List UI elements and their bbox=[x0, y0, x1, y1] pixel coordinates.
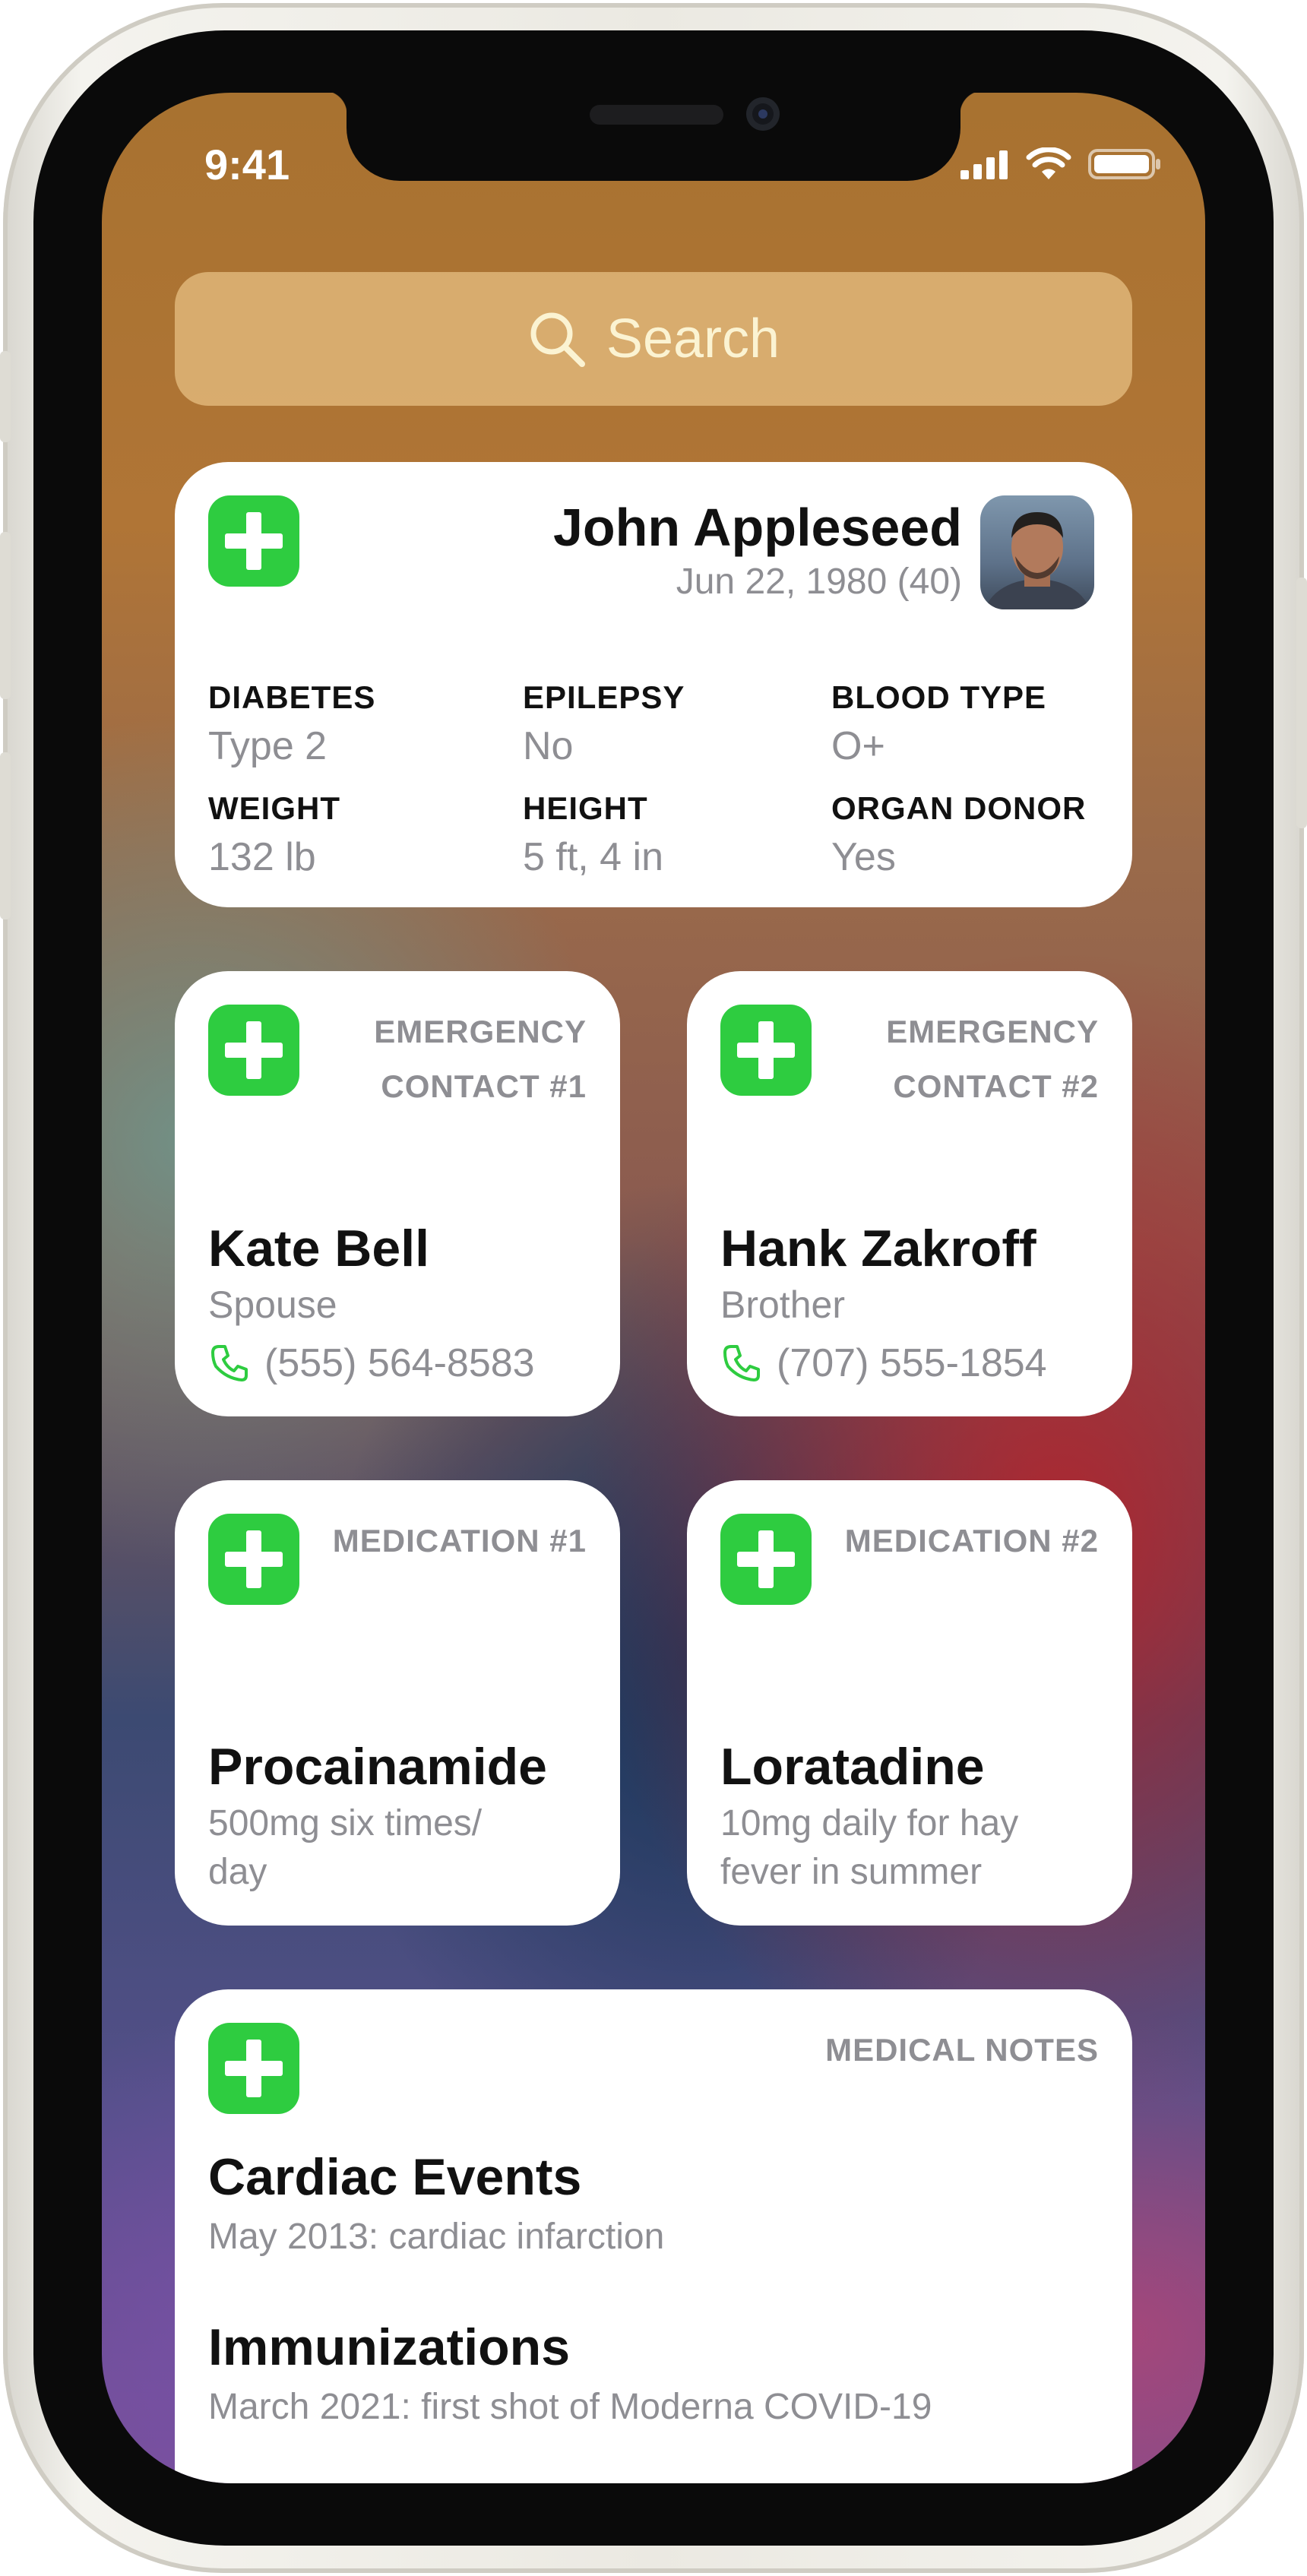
contact-kicker-line-1: EMERGENCY bbox=[886, 1014, 1099, 1049]
contact-name: Hank Zakroff bbox=[720, 1220, 1036, 1277]
search-placeholder: Search bbox=[606, 309, 780, 369]
patient-birthdate: Jun 22, 1980 (40) bbox=[676, 562, 962, 602]
status-icons bbox=[960, 147, 1161, 181]
field-label-blood-type: BLOOD TYPE bbox=[831, 679, 1047, 715]
field-label-epilepsy: EPILEPSY bbox=[523, 679, 685, 715]
field-label-diabetes: DIABETES bbox=[208, 679, 376, 715]
notch bbox=[324, 93, 983, 181]
medication-card-2[interactable]: MEDICATION #2 Loratadine 10mg daily for … bbox=[687, 1480, 1132, 1926]
field-label-weight: WEIGHT bbox=[208, 790, 340, 826]
field-value-height: 5 ft, 4 in bbox=[523, 835, 663, 879]
contact-phone-number: (707) 555-1854 bbox=[777, 1341, 1047, 1385]
patient-name: John Appleseed bbox=[552, 498, 962, 557]
emergency-contact-card-2[interactable]: EMERGENCY CONTACT #2 Hank Zakroff Brothe… bbox=[687, 971, 1132, 1416]
speaker-grille bbox=[590, 105, 723, 125]
field-label-height: HEIGHT bbox=[523, 790, 648, 826]
note-title: Immunizations bbox=[208, 2318, 571, 2376]
note-title: Cardiac Events bbox=[208, 2148, 582, 2206]
battery-icon bbox=[1088, 149, 1160, 179]
medication-dosage-line-1: 500mg six times/ bbox=[208, 1803, 483, 1843]
note-detail: March 2021: first shot of Moderna COVID-… bbox=[208, 2387, 932, 2427]
medication-kicker: MEDICATION #2 bbox=[844, 1523, 1099, 1559]
medication-dosage-line-2: day bbox=[208, 1852, 267, 1892]
screen: 9:41 Search John Appleseed Jun 22, 1980 bbox=[102, 93, 1205, 2483]
contact-kicker-line-2: CONTACT #2 bbox=[893, 1068, 1099, 1104]
contact-phone[interactable]: (707) 555-1854 bbox=[720, 1340, 1047, 1386]
volume-down-button bbox=[0, 752, 11, 919]
contact-phone-number: (555) 564-8583 bbox=[264, 1341, 535, 1385]
power-button bbox=[1296, 578, 1307, 828]
note-detail: May 2013: cardiac infarction bbox=[208, 2217, 665, 2257]
medical-cross-icon bbox=[208, 1005, 299, 1096]
contact-kicker-line-2: CONTACT #1 bbox=[381, 1068, 587, 1104]
medical-cross-icon bbox=[208, 2023, 299, 2114]
cellular-signal-icon bbox=[960, 150, 1008, 179]
medication-name: Loratadine bbox=[720, 1738, 985, 1796]
contact-relation: Brother bbox=[720, 1283, 845, 1326]
medication-dosage-line-1: 10mg daily for hay bbox=[720, 1803, 1019, 1843]
field-label-organ-donor: ORGAN DONOR bbox=[831, 790, 1087, 826]
medication-dosage-line-2: fever in summer bbox=[720, 1852, 983, 1892]
contact-kicker-line-1: EMERGENCY bbox=[374, 1014, 587, 1049]
field-value-epilepsy: No bbox=[523, 724, 574, 768]
notes-kicker: MEDICAL NOTES bbox=[825, 2032, 1099, 2068]
field-value-diabetes: Type 2 bbox=[208, 724, 328, 768]
contact-phone[interactable]: (555) 564-8583 bbox=[208, 1340, 535, 1386]
front-camera bbox=[746, 97, 780, 131]
volume-up-button bbox=[0, 532, 11, 699]
medical-cross-icon bbox=[720, 1005, 812, 1096]
field-value-weight: 132 lb bbox=[208, 835, 316, 879]
medication-card-1[interactable]: MEDICATION #1 Procainamide 500mg six tim… bbox=[175, 1480, 620, 1926]
medical-notes-card[interactable]: MEDICAL NOTES Cardiac Events May 2013: c… bbox=[175, 1989, 1132, 2483]
medication-kicker: MEDICATION #1 bbox=[332, 1523, 587, 1559]
phone-icon bbox=[723, 1345, 760, 1381]
search-bar[interactable]: Search bbox=[175, 272, 1132, 406]
field-value-organ-donor: Yes bbox=[831, 835, 896, 879]
silent-switch bbox=[0, 351, 11, 442]
medication-dosage: 500mg six times/ day bbox=[208, 1799, 482, 1897]
contact-relation: Spouse bbox=[208, 1283, 337, 1326]
search-icon bbox=[530, 312, 585, 367]
medication-name: Procainamide bbox=[208, 1738, 547, 1796]
medication-dosage: 10mg daily for hay fever in summer bbox=[720, 1799, 1018, 1897]
contact-kicker: EMERGENCY CONTACT #2 bbox=[886, 1005, 1099, 1114]
avatar bbox=[980, 495, 1094, 609]
medical-cross-icon bbox=[720, 1514, 812, 1605]
emergency-contact-card-1[interactable]: EMERGENCY CONTACT #1 Kate Bell Spouse (5… bbox=[175, 971, 620, 1416]
field-value-blood-type: O+ bbox=[831, 724, 885, 768]
contact-kicker: EMERGENCY CONTACT #1 bbox=[374, 1005, 587, 1114]
wifi-icon bbox=[1026, 147, 1071, 179]
phone-icon bbox=[211, 1345, 248, 1381]
medical-cross-icon bbox=[208, 1514, 299, 1605]
contact-name: Kate Bell bbox=[208, 1220, 429, 1277]
medical-id-card[interactable]: John Appleseed Jun 22, 1980 (40) DIABETE… bbox=[175, 462, 1132, 907]
medical-cross-icon bbox=[208, 495, 299, 587]
status-time: 9:41 bbox=[204, 141, 290, 188]
